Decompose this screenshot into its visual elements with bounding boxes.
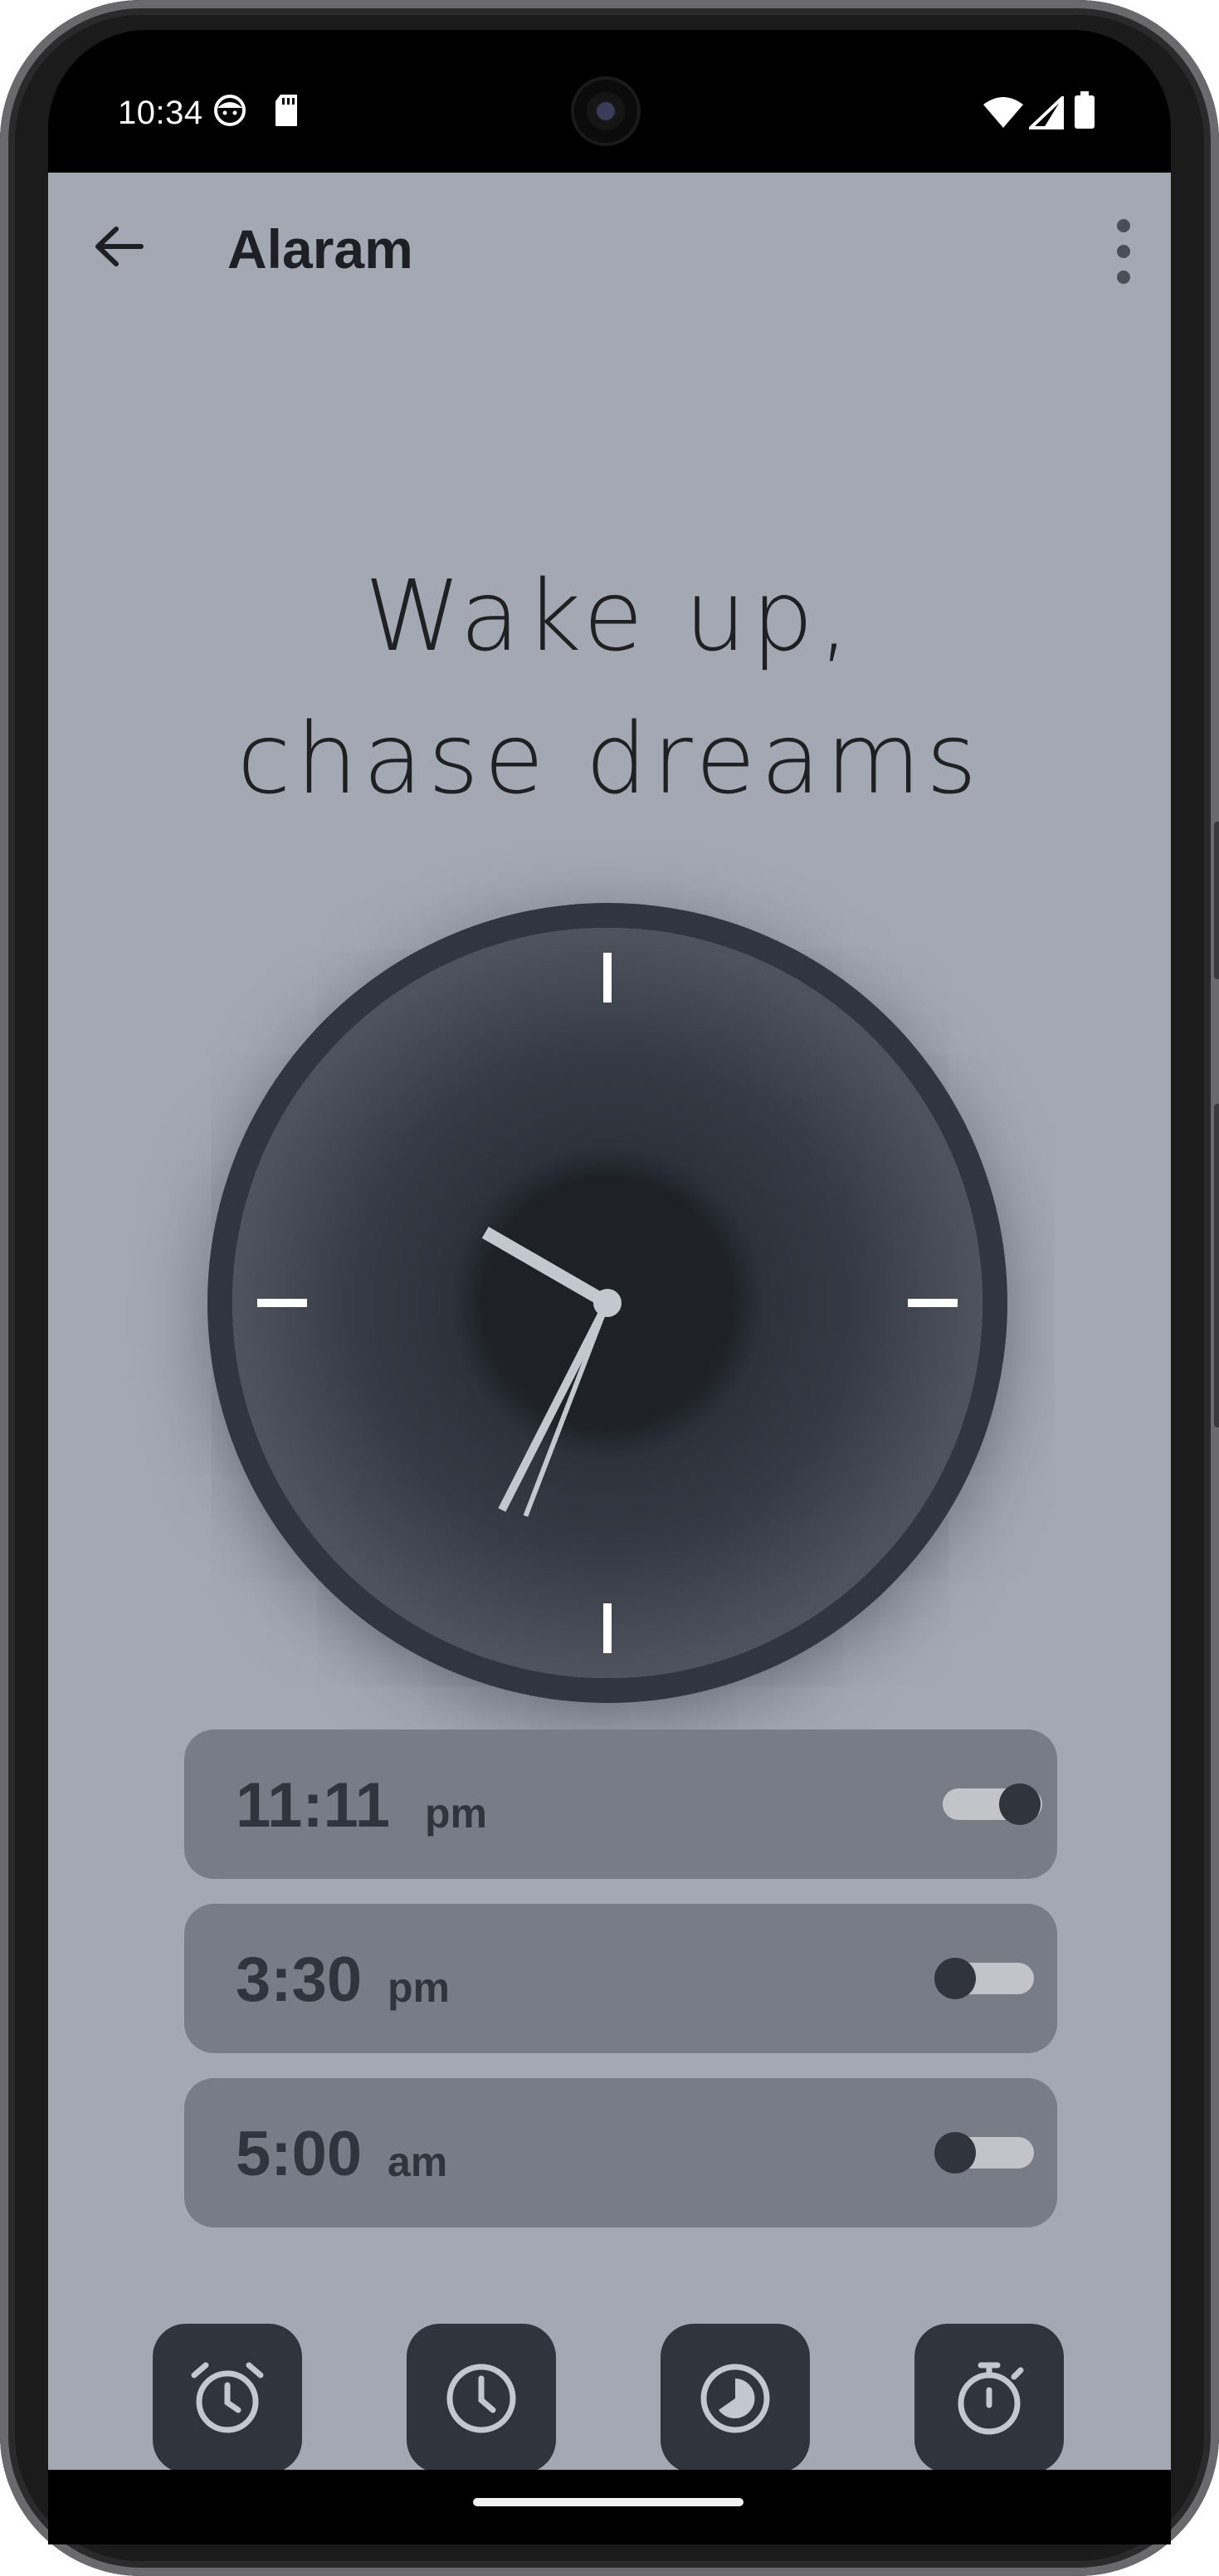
- nav-clock-button[interactable]: [407, 2324, 556, 2470]
- alarm-time: 5:00: [236, 2119, 363, 2189]
- sd-card-icon: [272, 93, 300, 132]
- clock-icon: [446, 2364, 516, 2433]
- tick-9: [257, 1299, 307, 1307]
- alarm-card[interactable]: 5:00 am: [184, 2078, 1057, 2227]
- nav-stopwatch-button[interactable]: [914, 2324, 1064, 2470]
- tick-6: [603, 1603, 612, 1653]
- screen: 10:34 Alaram Wake up, chase dreams 11:11…: [48, 30, 1171, 2470]
- volume-button: [1214, 822, 1219, 979]
- clock-center-pin: [593, 1289, 622, 1317]
- toggle-knob: [934, 2132, 976, 2174]
- tick-12: [603, 953, 612, 1003]
- timer-icon: [700, 2364, 770, 2433]
- face-notification-icon: [212, 93, 247, 132]
- toggle-knob: [999, 1783, 1041, 1825]
- alarm-toggle[interactable]: [934, 2121, 1034, 2184]
- alarm-toggle[interactable]: [943, 1773, 1042, 1836]
- alarm-card[interactable]: 11:11 pm: [184, 1730, 1057, 1879]
- more-options-button[interactable]: [1107, 216, 1140, 287]
- stopwatch-icon: [958, 2362, 1024, 2435]
- alarm-icon: [191, 2362, 264, 2433]
- app-content: Alaram Wake up, chase dreams 11:11 pm 3:…: [48, 173, 1171, 2470]
- alarm-time: 11:11: [236, 1770, 390, 1841]
- signal-icon: [1026, 94, 1064, 134]
- alarm-toggle[interactable]: [934, 1947, 1034, 2010]
- status-time: 10:34: [118, 95, 203, 131]
- alarm-period: am: [388, 2139, 448, 2185]
- arrow-back-icon: [95, 227, 144, 266]
- alarm-time: 3:30: [236, 1944, 363, 2015]
- system-nav-bar: [48, 2470, 1171, 2544]
- status-bar: 10:34: [48, 30, 1171, 173]
- alarm-period: pm: [425, 1790, 487, 1837]
- motivational-quote: Wake up, chase dreams: [48, 544, 1171, 830]
- quote-line-2: chase dreams: [236, 701, 983, 816]
- tick-3: [908, 1299, 958, 1307]
- nav-timer-button[interactable]: [661, 2324, 810, 2470]
- alarm-card[interactable]: 3:30 pm: [184, 1904, 1057, 2053]
- minute-hand: [498, 1300, 612, 1512]
- more-vert-icon: [1117, 219, 1130, 284]
- home-indicator[interactable]: [473, 2498, 744, 2506]
- app-bar: Alaram: [48, 173, 1171, 297]
- toggle-knob: [934, 1958, 976, 1999]
- hour-hand: [481, 1227, 612, 1309]
- analog-clock: [232, 928, 983, 1678]
- quote-line-1: Wake up,: [364, 559, 855, 673]
- page-title: Alaram: [227, 218, 413, 280]
- battery-icon: [1074, 91, 1095, 134]
- wifi-icon: [983, 96, 1024, 134]
- nav-alarm-button[interactable]: [153, 2324, 302, 2470]
- alarm-period: pm: [388, 1964, 450, 2011]
- back-button[interactable]: [81, 209, 156, 284]
- front-camera: [574, 80, 637, 143]
- power-button: [1214, 1104, 1219, 1427]
- clock-hands-layer: [257, 953, 958, 1653]
- second-hand: [523, 1301, 610, 1517]
